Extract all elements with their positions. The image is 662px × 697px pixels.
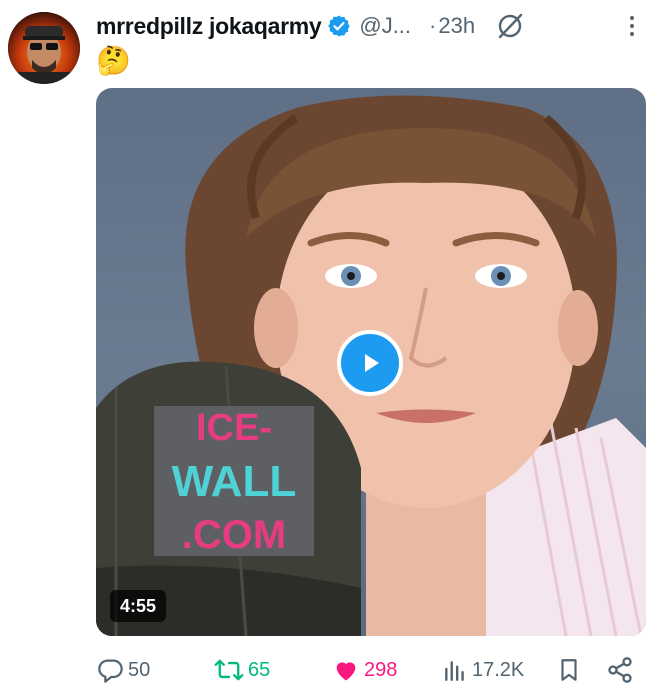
more-icon[interactable] [622, 12, 642, 40]
cap-text-line1: ICE- [196, 407, 272, 449]
cap-text-line2: WALL [172, 457, 297, 506]
display-name[interactable]: mrredpillz jokaqarmy [96, 13, 322, 40]
action-bar: 50 65 298 17.2K [96, 650, 636, 690]
share-button[interactable] [606, 650, 638, 690]
handle[interactable]: @J... [359, 13, 411, 39]
repost-button[interactable]: 65 [214, 650, 270, 690]
views-button[interactable]: 17.2K [442, 650, 524, 690]
views-icon [445, 661, 464, 681]
grok-icon[interactable] [495, 11, 525, 41]
like-button[interactable]: 298 [332, 650, 397, 690]
reply-count: 50 [128, 658, 151, 681]
post-header: mrredpillz jokaqarmy @J... · 23h [96, 8, 642, 44]
repost-icon [214, 659, 244, 681]
avatar[interactable] [8, 12, 80, 84]
reply-button[interactable]: 50 [96, 650, 150, 690]
verified-badge-icon[interactable] [327, 14, 351, 38]
reply-icon [98, 659, 123, 683]
repost-count: 65 [248, 658, 271, 681]
cap-text-line3: .COM [182, 513, 286, 557]
bookmark-icon [561, 659, 577, 681]
views-count: 17.2K [472, 658, 525, 681]
separator-dot: · [429, 13, 437, 38]
post-text: 🤔 [96, 45, 131, 76]
avatar-image [8, 12, 80, 84]
bookmark-button[interactable] [556, 650, 586, 690]
like-icon [336, 662, 356, 681]
play-icon[interactable] [337, 330, 403, 396]
share-icon [608, 657, 632, 683]
like-count: 298 [364, 658, 398, 681]
video-duration: 4:55 [110, 590, 167, 622]
timestamp[interactable]: 23h [438, 13, 475, 39]
